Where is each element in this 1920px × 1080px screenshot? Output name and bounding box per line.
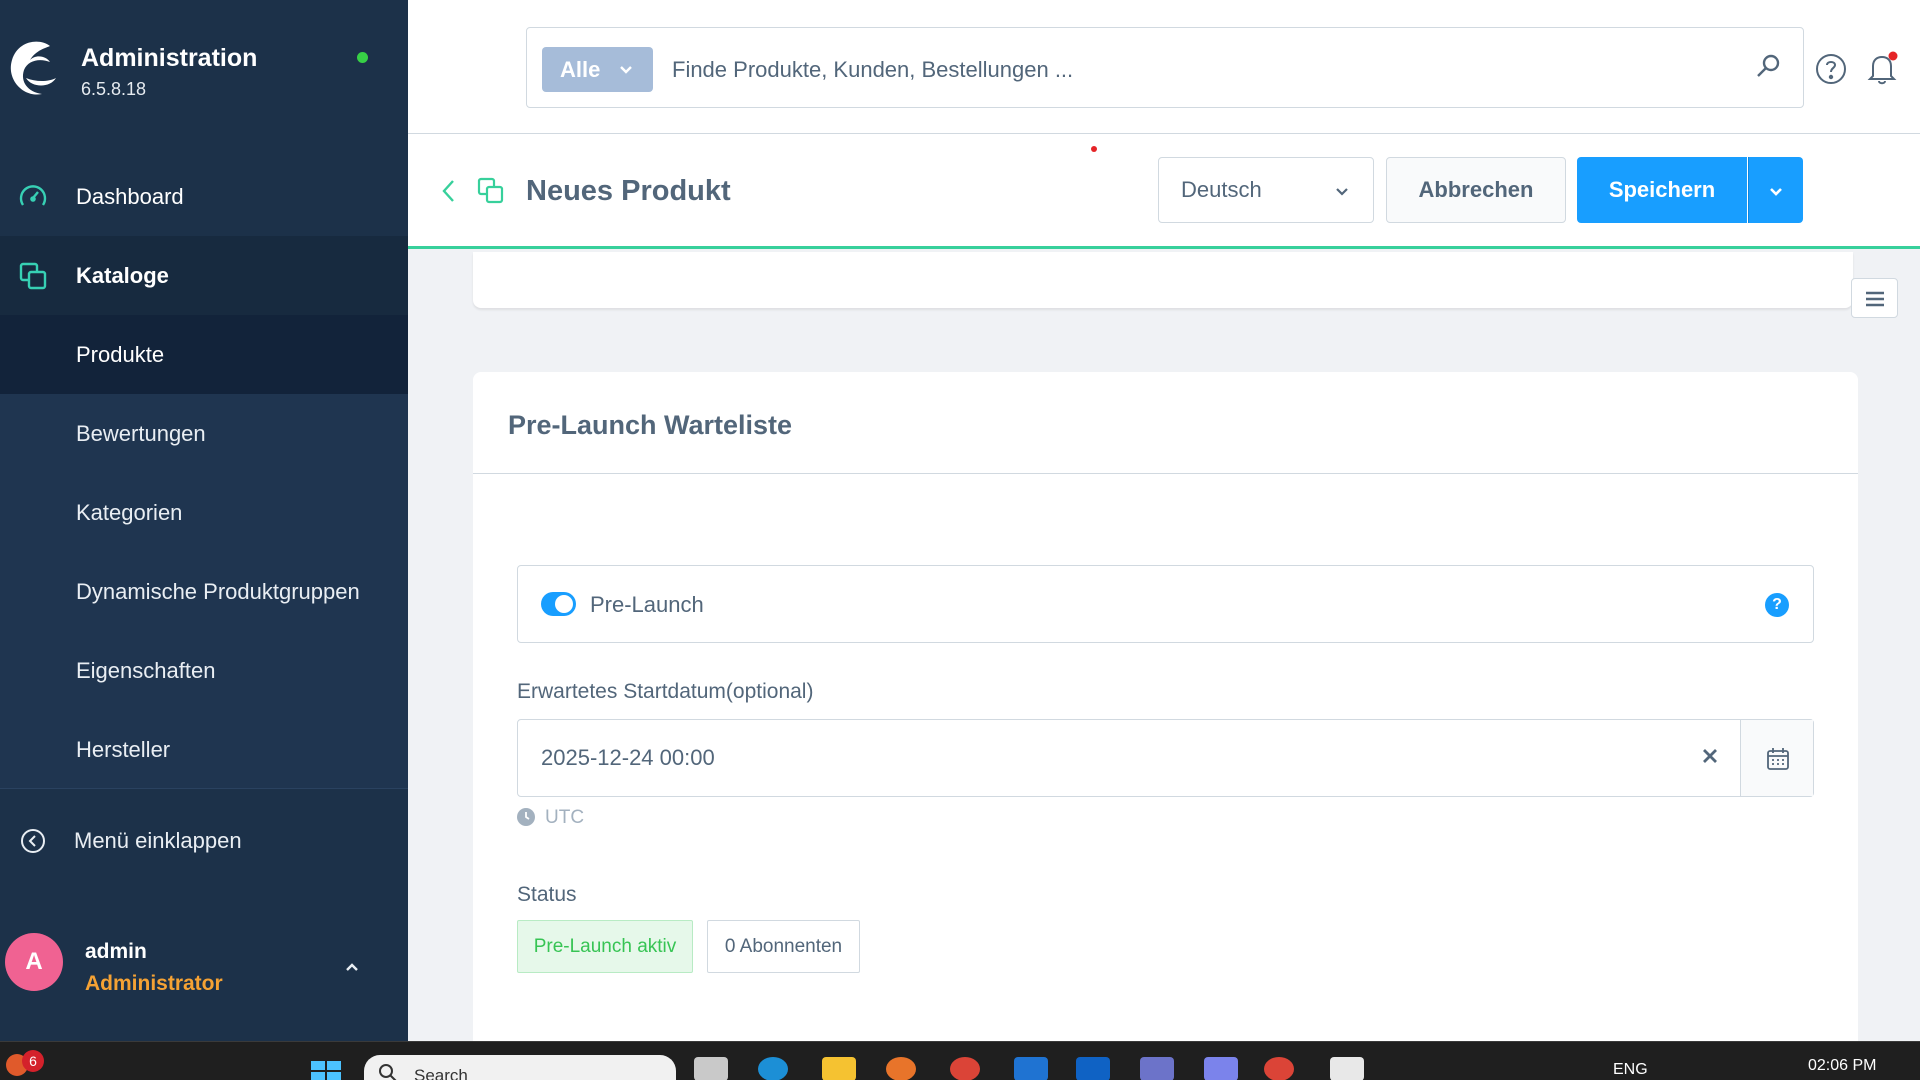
sidebar-subitem-label: Eigenschaften: [76, 657, 216, 683]
sidebar-subitem-hersteller[interactable]: Hersteller: [0, 710, 408, 789]
sidebar-item-dashboard[interactable]: Dashboard: [0, 164, 408, 230]
chevron-up-icon[interactable]: [340, 955, 364, 979]
sidebar-item-kataloge[interactable]: Kataloge: [0, 236, 408, 315]
save-options-button[interactable]: [1748, 157, 1803, 223]
start-date-label: Erwartetes Startdatum(optional): [517, 680, 814, 703]
firefox-icon[interactable]: [886, 1057, 916, 1080]
collapse-left-icon: [21, 828, 45, 853]
brand-header: Administration 6.5.8.18: [0, 0, 408, 120]
taskbar-file-icon[interactable]: [694, 1057, 728, 1080]
taskbar-search-placeholder: Search: [414, 1066, 468, 1080]
shopware-logo-icon: [10, 41, 56, 95]
prelaunch-toggle-switch[interactable]: [541, 592, 576, 616]
search-icon: [379, 1064, 397, 1080]
sidebar-subitem-label: Bewertungen: [76, 420, 206, 446]
online-status-dot: [357, 52, 368, 63]
cloud-icon[interactable]: [1014, 1057, 1048, 1080]
clear-icon[interactable]: [1698, 744, 1722, 768]
indicator-dot: [1091, 146, 1097, 152]
chrome-profile-icon[interactable]: [1264, 1057, 1294, 1080]
collapse-menu-label: Menü einklappen: [74, 827, 242, 853]
chevron-down-icon: [1770, 188, 1782, 196]
save-button[interactable]: Speichern: [1577, 157, 1747, 223]
calendar-icon: [1767, 748, 1789, 770]
avatar[interactable]: A: [5, 933, 63, 991]
user-role: Administrator: [85, 972, 223, 995]
collapse-menu-button[interactable]: Menü einklappen: [0, 788, 408, 892]
previous-card: [473, 252, 1853, 308]
user-name: admin: [85, 940, 147, 963]
app-version: 6.5.8.18: [81, 79, 147, 99]
sidebar-subitem-eigenschaften[interactable]: Eigenschaften: [0, 631, 408, 710]
calendar-button[interactable]: [1740, 720, 1813, 796]
status-badge-active: Pre-Launch aktiv: [517, 920, 693, 973]
help-icon[interactable]: [1814, 52, 1848, 86]
sidebar-subitem-label: Hersteller: [76, 736, 171, 762]
card-divider: [473, 473, 1858, 474]
hamburger-menu-icon: [1866, 291, 1884, 307]
folder-icon[interactable]: [822, 1057, 856, 1080]
back-chevron-icon[interactable]: [438, 176, 460, 206]
chrome-icon[interactable]: [950, 1057, 980, 1080]
teams-classic-icon[interactable]: [1204, 1057, 1238, 1080]
search-input[interactable]: [672, 47, 1732, 92]
sidebar-subitem-kategorien[interactable]: Kategorien: [0, 473, 408, 552]
subscribers-badge: 0 Abonnenten: [707, 920, 860, 973]
toggle-knob: [555, 595, 573, 613]
copy-product-icon: [477, 177, 504, 204]
app-title: Administration: [81, 44, 258, 72]
sidebar-menu-button[interactable]: [1851, 278, 1898, 318]
sidebar-subitem-dynamische-produktgruppen[interactable]: Dynamische Produktgruppen: [0, 552, 408, 631]
cancel-button[interactable]: Abbrechen: [1386, 157, 1566, 223]
sidebar-subitem-label: Kategorien: [76, 499, 183, 525]
catalog-copy-icon: [19, 262, 47, 289]
search-icon[interactable]: [1753, 52, 1783, 82]
tray-clock[interactable]: 02:06 PM: [1808, 1057, 1876, 1075]
help-tooltip-icon[interactable]: ?: [1765, 593, 1789, 617]
windows-start-icon[interactable]: [309, 1059, 343, 1080]
search-type-label: Alle: [560, 56, 601, 82]
sheets-icon[interactable]: [1330, 1057, 1364, 1080]
sidebar-item-label: Kataloge: [76, 262, 169, 288]
card-title: Pre-Launch Warteliste: [508, 410, 793, 440]
sidebar-subitem-bewertungen[interactable]: Bewertungen: [0, 394, 408, 473]
tray-language[interactable]: ENG: [1613, 1061, 1648, 1079]
outlook-icon[interactable]: [1076, 1057, 1110, 1080]
notification-bell-icon[interactable]: [1864, 50, 1900, 86]
prelaunch-toggle-field: [517, 565, 1814, 643]
dashboard-gauge-icon: [19, 185, 47, 206]
taskbar-notification-count: 6: [22, 1050, 44, 1072]
sidebar-subitem-produkte[interactable]: Produkte: [0, 315, 408, 394]
chevron-down-icon: [620, 66, 632, 74]
timezone-label: UTC: [545, 807, 585, 828]
language-label: Deutsch: [1181, 177, 1262, 202]
taskbar-search[interactable]: [364, 1055, 676, 1080]
start-date-input[interactable]: [541, 738, 1641, 778]
edge-browser-icon[interactable]: [758, 1057, 788, 1080]
sidebar-subitem-label: Dynamische Produktgruppen: [76, 578, 360, 604]
chevron-down-icon: [1336, 188, 1348, 196]
language-switch[interactable]: Deutsch: [1158, 157, 1374, 223]
prelaunch-toggle-label: Pre-Launch: [590, 592, 704, 617]
teams-icon[interactable]: [1140, 1057, 1174, 1080]
clock-icon: [517, 808, 535, 826]
search-type-select[interactable]: Alle: [542, 47, 653, 92]
sidebar-item-label: Dashboard: [76, 184, 184, 209]
sidebar-subitem-label: Produkte: [76, 341, 165, 367]
status-label: Status: [517, 883, 577, 906]
page-title: Neues Produkt: [526, 175, 731, 207]
